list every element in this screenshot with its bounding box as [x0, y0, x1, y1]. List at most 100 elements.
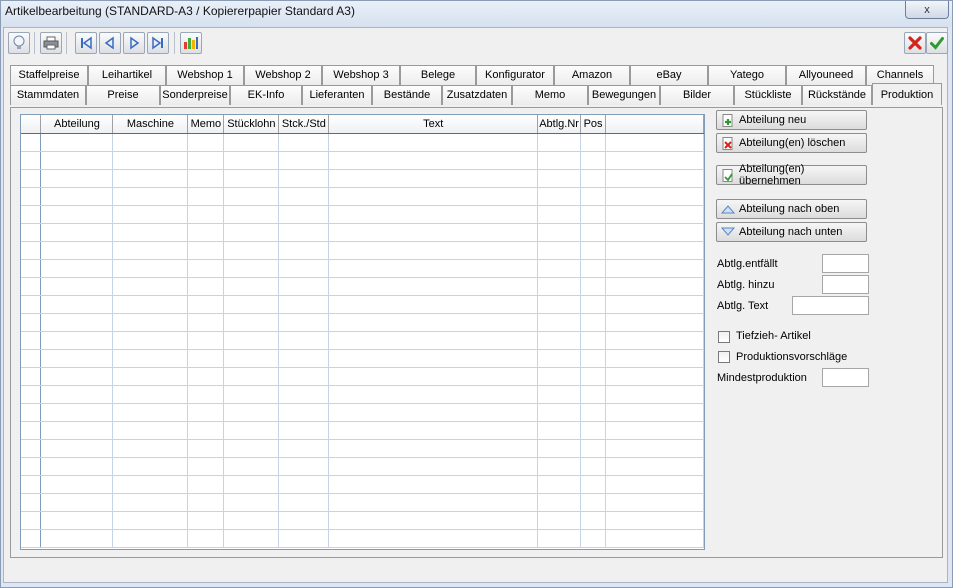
table-cell[interactable] [537, 511, 582, 530]
table-row[interactable] [21, 133, 704, 152]
table-cell[interactable] [605, 529, 704, 548]
table-cell[interactable] [40, 295, 114, 314]
table-cell[interactable] [580, 529, 607, 548]
tab-stammdaten[interactable]: Stammdaten [10, 85, 86, 105]
tab-preise[interactable]: Preise [86, 85, 160, 105]
table-cell[interactable] [328, 385, 539, 404]
table-cell[interactable] [278, 349, 330, 368]
table-cell[interactable] [187, 169, 225, 188]
table-cell[interactable] [580, 295, 607, 314]
table-cell[interactable] [112, 385, 189, 404]
table-cell[interactable] [580, 169, 607, 188]
table-cell[interactable] [112, 493, 189, 512]
abtlg-entfaellt-input[interactable] [822, 254, 869, 273]
table-cell[interactable] [537, 223, 582, 242]
tab-stückliste[interactable]: Stückliste [734, 85, 802, 105]
table-cell[interactable] [537, 151, 582, 170]
table-cell[interactable] [278, 331, 330, 350]
table-cell[interactable] [537, 295, 582, 314]
table-cell[interactable] [112, 151, 189, 170]
table-cell[interactable] [187, 277, 225, 296]
table-cell[interactable] [187, 421, 225, 440]
table-cell[interactable] [112, 367, 189, 386]
tab-ebay[interactable]: eBay [630, 65, 708, 85]
table-row[interactable] [21, 421, 704, 440]
table-cell[interactable] [112, 529, 189, 548]
table-cell[interactable] [278, 529, 330, 548]
table-row[interactable] [21, 529, 704, 548]
column-header-abteilung[interactable]: Abteilung [40, 115, 114, 134]
table-cell[interactable] [580, 151, 607, 170]
table-cell[interactable] [328, 421, 539, 440]
table-cell[interactable] [580, 223, 607, 242]
table-cell[interactable] [328, 349, 539, 368]
table-cell[interactable] [605, 475, 704, 494]
table-cell[interactable] [605, 403, 704, 422]
table-cell[interactable] [223, 223, 280, 242]
row-selector-cell[interactable] [21, 529, 42, 548]
column-header-text[interactable]: Text [328, 115, 539, 134]
confirm-button[interactable] [926, 32, 948, 54]
table-cell[interactable] [40, 457, 114, 476]
tab-konfigurator[interactable]: Konfigurator [476, 65, 554, 85]
table-cell[interactable] [537, 349, 582, 368]
table-cell[interactable] [187, 295, 225, 314]
table-cell[interactable] [605, 223, 704, 242]
row-selector-cell[interactable] [21, 187, 42, 206]
table-cell[interactable] [605, 295, 704, 314]
table-row[interactable] [21, 151, 704, 170]
table-cell[interactable] [40, 439, 114, 458]
table-cell[interactable] [328, 331, 539, 350]
row-selector-cell[interactable] [21, 457, 42, 476]
table-cell[interactable] [187, 331, 225, 350]
table-cell[interactable] [40, 223, 114, 242]
table-cell[interactable] [112, 511, 189, 530]
tab-bewegungen[interactable]: Bewegungen [588, 85, 660, 105]
table-cell[interactable] [278, 133, 330, 152]
table-cell[interactable] [40, 475, 114, 494]
table-row[interactable] [21, 223, 704, 242]
table-cell[interactable] [605, 313, 704, 332]
previous-record-button[interactable] [99, 32, 121, 54]
table-cell[interactable] [580, 259, 607, 278]
table-cell[interactable] [278, 439, 330, 458]
table-cell[interactable] [537, 493, 582, 512]
table-cell[interactable] [40, 241, 114, 260]
table-row[interactable] [21, 259, 704, 278]
table-cell[interactable] [40, 313, 114, 332]
table-cell[interactable] [40, 205, 114, 224]
table-cell[interactable] [328, 223, 539, 242]
table-cell[interactable] [328, 493, 539, 512]
table-cell[interactable] [187, 259, 225, 278]
row-selector-cell[interactable] [21, 295, 42, 314]
tab-yatego[interactable]: Yatego [708, 65, 786, 85]
table-cell[interactable] [112, 475, 189, 494]
tab-zusatzdaten[interactable]: Zusatzdaten [442, 85, 512, 105]
table-cell[interactable] [40, 529, 114, 548]
row-selector-cell[interactable] [21, 493, 42, 512]
table-cell[interactable] [40, 277, 114, 296]
table-cell[interactable] [328, 511, 539, 530]
table-cell[interactable] [278, 151, 330, 170]
row-selector-cell[interactable] [21, 133, 42, 152]
table-cell[interactable] [580, 331, 607, 350]
tab-channels[interactable]: Channels [866, 65, 934, 85]
table-cell[interactable] [278, 259, 330, 278]
tab-allyouneed[interactable]: Allyouneed [786, 65, 866, 85]
table-cell[interactable] [187, 493, 225, 512]
cancel-button[interactable] [904, 32, 926, 54]
table-cell[interactable] [112, 259, 189, 278]
table-row[interactable] [21, 511, 704, 530]
table-cell[interactable] [187, 403, 225, 422]
next-record-button[interactable] [123, 32, 145, 54]
row-selector-cell[interactable] [21, 205, 42, 224]
table-cell[interactable] [537, 277, 582, 296]
table-cell[interactable] [580, 277, 607, 296]
table-cell[interactable] [580, 313, 607, 332]
tab-ek-info[interactable]: EK-Info [230, 85, 302, 105]
production-grid[interactable]: Abteilung Maschine Memo Stücklohn Stck./Std T… [20, 114, 705, 550]
row-selector-cell[interactable] [21, 421, 42, 440]
table-cell[interactable] [187, 205, 225, 224]
first-record-button[interactable] [75, 32, 97, 54]
table-cell[interactable] [278, 313, 330, 332]
